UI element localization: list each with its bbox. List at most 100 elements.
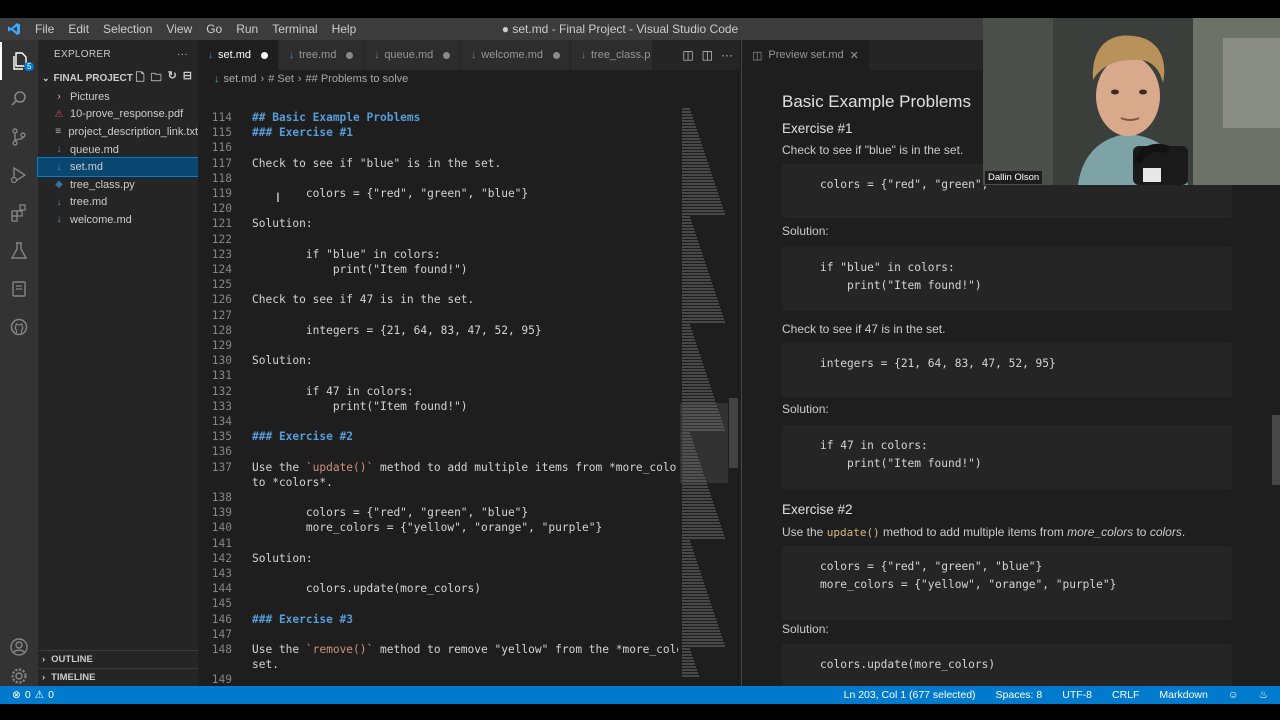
code-line: 148 Use the `remove()` method to remove "… (198, 642, 678, 657)
run-debug-icon[interactable] (0, 156, 38, 194)
new-file-icon[interactable]: 🗋 (136, 69, 145, 88)
github-icon[interactable] (0, 308, 38, 346)
preview-solution-label: Solution: (782, 402, 829, 416)
line-number: 127 (211, 308, 232, 322)
minimap-line (682, 624, 718, 626)
tree-item-txt[interactable]: ≡ project_description_link.txt (38, 123, 198, 141)
breadcrumb-subsection[interactable]: ## Problems to solve (306, 73, 409, 85)
tree-item-queue-md[interactable]: ↓ queue.md (38, 141, 198, 159)
minimap-line (682, 342, 696, 344)
notifications-bell-icon[interactable]: ♨ (1259, 689, 1268, 701)
unsaved-dot-icon[interactable] (261, 51, 269, 59)
minimap-line (682, 552, 694, 554)
minimap-line (682, 369, 705, 371)
settings-gear-icon[interactable] (0, 666, 38, 686)
minimap-line (682, 642, 724, 644)
minimap-line (682, 630, 720, 632)
unsaved-dot-icon[interactable] (443, 51, 451, 59)
line-ending[interactable]: CRLF (1112, 689, 1139, 701)
tree-item-pdf[interactable]: ⚠ 10-prove_response.pdf (38, 106, 198, 124)
close-icon[interactable]: ✕ (850, 49, 859, 62)
line-number: 125 (211, 278, 232, 292)
minimap-line (682, 117, 693, 119)
menu-edit[interactable]: Edit (61, 18, 96, 40)
menu-selection[interactable]: Selection (96, 18, 159, 40)
line-number: 149 (211, 673, 232, 686)
code-editor[interactable]: 114 ## Basic Example Problems 115 ### Exerc… (198, 108, 678, 686)
minimap-line (682, 321, 725, 323)
code-text: Check to see if 47 is in the set. (252, 293, 475, 307)
editor-scrollbar[interactable] (728, 108, 739, 686)
code-text: if 47 in colors: (252, 384, 414, 398)
tree-item-label: 10-prove_response.pdf (70, 108, 184, 121)
python-file-icon: ◆ (55, 179, 63, 191)
open-preview-icon[interactable]: ◫ (682, 48, 693, 62)
preview-scrollbar-thumb[interactable] (1272, 415, 1280, 485)
remote-explorer-icon[interactable] (0, 270, 38, 308)
tree-item-tree-md[interactable]: ↓ tree.md (38, 194, 198, 212)
language-mode[interactable]: Markdown (1159, 689, 1207, 701)
minimap-line (682, 651, 691, 653)
menu-terminal[interactable]: Terminal (265, 18, 324, 40)
project-root[interactable]: ⌄ FINAL PROJECT 🗋 🗀 ↻ ⊟ (38, 68, 198, 88)
more-actions-icon[interactable]: ··· (721, 48, 733, 62)
minimap-line (682, 492, 710, 494)
minimap-line (682, 519, 719, 521)
explorer-more-button[interactable]: ··· (177, 49, 188, 60)
line-number: 135 (211, 430, 232, 444)
encoding[interactable]: UTF-8 (1062, 689, 1092, 701)
minimap-line (682, 576, 702, 578)
menu-run[interactable]: Run (229, 18, 265, 40)
collapse-all-icon[interactable]: ⊟ (183, 69, 192, 88)
code-line: 114 ## Basic Example Problems (198, 110, 678, 125)
tab-set-md[interactable]: ↓ set.md (198, 40, 280, 70)
breadcrumb-section[interactable]: # Set (268, 73, 294, 85)
tab-queue-md[interactable]: ↓ queue.md (364, 40, 462, 70)
outline-section[interactable]: › OUTLINE (38, 650, 198, 668)
tree-item-label: set.md (70, 161, 104, 174)
indentation[interactable]: Spaces: 8 (996, 689, 1043, 701)
menu-view[interactable]: View (159, 18, 199, 40)
tree-item-pictures[interactable]: › Pictures (38, 88, 198, 106)
account-icon[interactable] (0, 628, 38, 666)
search-icon[interactable] (0, 80, 38, 118)
source-control-icon[interactable] (0, 118, 38, 156)
tree-item-welcome-md[interactable]: ↓ welcome.md (38, 211, 198, 229)
menu-go[interactable]: Go (199, 18, 229, 40)
menu-help[interactable]: Help (325, 18, 364, 40)
tab-preview-set-md[interactable]: ◫ Preview set.md ✕ (742, 40, 869, 70)
testing-icon[interactable] (0, 232, 38, 270)
line-number: 141 (211, 536, 232, 550)
minimap-line (682, 132, 698, 134)
minimap[interactable] (680, 108, 728, 686)
tree-item-tree-class-py[interactable]: ◆ tree_class.py (38, 176, 198, 194)
line-number: 129 (211, 339, 232, 352)
menu-file[interactable]: File (28, 18, 61, 40)
problems-indicator[interactable]: ⊗ 0 ⚠ 0 (0, 689, 54, 701)
tab-welcome-md[interactable]: ↓ welcome.md (461, 40, 571, 70)
minimap-line (682, 396, 714, 398)
refresh-icon[interactable]: ↻ (168, 69, 177, 88)
code-line: 129 (198, 338, 678, 353)
new-folder-icon[interactable]: 🗀 (151, 69, 162, 88)
tree-item-set-md[interactable]: ↓ set.md (37, 157, 199, 177)
extensions-icon[interactable] (0, 194, 38, 232)
unsaved-dot-icon[interactable] (346, 51, 354, 59)
breadcrumb-file[interactable]: set.md (224, 73, 257, 85)
unsaved-dot-icon[interactable] (553, 51, 560, 59)
explorer-icon[interactable]: 5 (0, 42, 38, 80)
line-number: 147 (211, 627, 232, 641)
feedback-icon[interactable]: ☺ (1228, 689, 1239, 701)
minimap-line (682, 483, 707, 485)
markdown-file-icon: ↓ (56, 144, 62, 156)
code-line: 149 (198, 672, 678, 686)
split-editor-icon[interactable]: ◫ (702, 48, 713, 62)
scrollbar-thumb[interactable] (729, 398, 738, 468)
minimap-line (682, 201, 721, 203)
tab-label: welcome.md (481, 49, 543, 61)
tab-tree-class-py[interactable]: ↓ tree_class.p (571, 40, 654, 70)
timeline-section[interactable]: › TIMELINE (38, 668, 198, 686)
cursor-position[interactable]: Ln 203, Col 1 (677 selected) (844, 689, 976, 701)
tab-tree-md[interactable]: ↓ tree.md (279, 40, 365, 70)
minimap-line (682, 498, 712, 500)
